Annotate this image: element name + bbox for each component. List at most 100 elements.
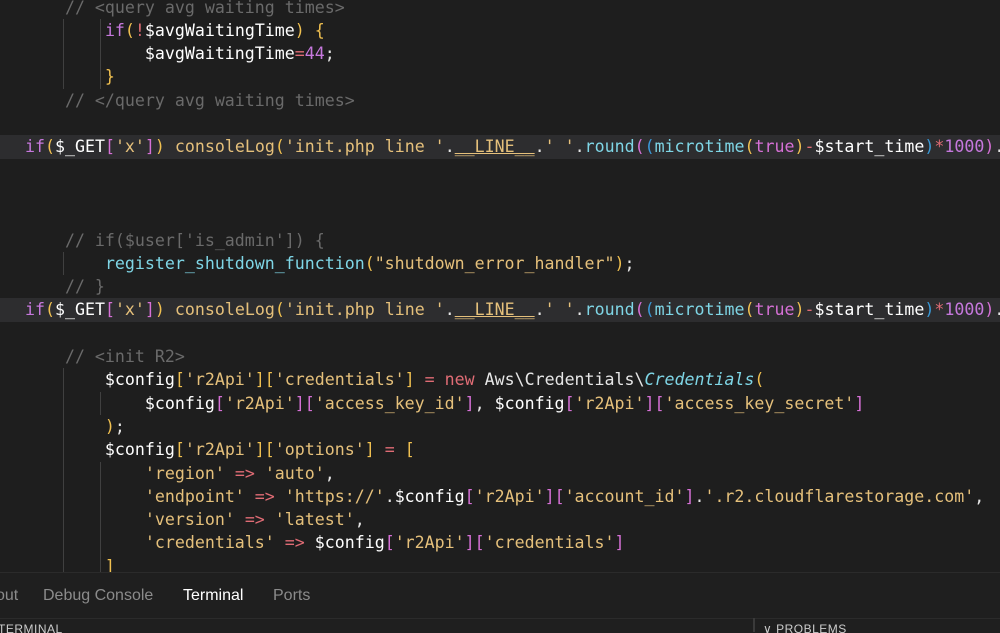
code-token: } [25,67,115,87]
code-token: if [25,137,45,157]
code-token: register_shutdown_function [104,253,365,273]
code-token: ] [254,370,265,390]
code-token: ( [644,137,655,157]
code-token: , [354,510,365,530]
code-token: 'endpoint' [144,486,245,506]
code-line[interactable] [0,112,1000,135]
code-token: 'access_key_secret' [664,393,855,413]
code-token: ) [154,137,165,157]
code-token: ( [754,370,765,390]
code-token: [ [174,440,185,460]
code-line[interactable]: // } [0,275,1000,298]
code-token: [ [474,533,485,553]
code-token: 'r2Api' [394,533,465,553]
code-token: 'options' [274,440,365,460]
code-token: ) [924,300,935,320]
code-line[interactable]: $config['r2Api']['access_key_id'], $conf… [0,392,1000,415]
code-line[interactable]: if(!$avgWaitingTime) { [0,19,1000,42]
code-token: 'region' [144,463,225,483]
code-line[interactable]: // <query avg waiting times> [0,0,1000,19]
code-token: 'https://' [284,486,385,506]
code-token: $config [394,486,465,506]
code-line[interactable]: // if($user['is_admin']) { [0,229,1000,252]
problems-header-label[interactable]: ∨ PROBLEMS [763,622,847,633]
code-token: round [584,137,635,157]
code-editor[interactable]: // <query avg waiting times> if(!$avgWai… [0,0,1000,572]
code-token: ) [924,137,935,157]
code-token: ( [44,137,55,157]
code-line[interactable]: // </query avg waiting times> [0,89,1000,112]
code-token: 1000 [944,137,985,157]
code-token: 'init.php line ' [284,300,445,320]
code-token: ; [324,44,335,64]
code-line[interactable]: register_shutdown_function("shutdown_err… [0,252,1000,275]
code-line[interactable]: $avgWaitingTime=44; [0,42,1000,65]
tab-debug-console[interactable]: Debug Console [43,587,153,605]
code-line[interactable]: $config['r2Api']['credentials'] = new Aw… [0,368,1000,391]
code-token: __LINE__ [454,300,535,320]
code-token: true [754,300,795,320]
code-token: // <init R2> [25,347,185,366]
code-token: 'x' [114,137,145,157]
code-token: ] [144,137,155,157]
code-line[interactable]: ] [0,555,1000,572]
code-token: 'x' [114,300,145,320]
code-token: ] [614,533,625,553]
code-line[interactable]: $config['r2Api']['options'] = [ [0,438,1000,461]
code-token: 'r2Api' [184,370,255,390]
code-line[interactable]: 'region' => 'auto', [0,462,1000,485]
code-line[interactable]: 'version' => 'latest', [0,508,1000,531]
tab-terminal[interactable]: Terminal [183,587,243,605]
code-token: 'r2Api' [574,393,645,413]
code-token: - [804,300,815,320]
code-token: ( [364,253,375,273]
code-token: $start_time [814,137,925,157]
code-line-highlighted[interactable]: if($_GET['x']) consoleLog('init.php line… [0,135,1000,159]
code-token: . [444,300,455,320]
code-line[interactable] [0,322,1000,345]
code-line-highlighted[interactable]: if($_GET['x']) consoleLog('init.php line… [0,298,1000,322]
code-token: if [25,300,45,320]
panel-tab-bar: out Debug Console Terminal Ports [0,572,1000,619]
code-line[interactable]: 'credentials' => $config['r2Api']['crede… [0,531,1000,554]
code-token: [ [384,533,395,553]
code-token: ( [274,137,285,157]
code-line[interactable]: } [0,65,1000,88]
code-token: $config [494,393,565,413]
code-line[interactable] [0,182,1000,205]
code-token: ] [364,440,375,460]
tab-ports[interactable]: Ports [273,587,310,605]
code-token: . [534,137,545,157]
code-token: $_GET [54,137,105,157]
code-token: 44 [304,44,325,64]
code-token: ] [544,486,555,506]
code-line[interactable] [0,159,1000,182]
code-token: [ [554,486,565,506]
code-token: [ [104,137,115,157]
code-line[interactable]: ); [0,415,1000,438]
code-token: => [254,486,275,506]
code-token: ; [114,416,125,436]
code-token: if [104,20,125,40]
code-line[interactable]: 'endpoint' => 'https://'.$config['r2Api'… [0,485,1000,508]
code-token: $config [25,440,175,460]
code-line[interactable]: // <init R2> [0,345,1000,368]
code-token: $_GET [54,300,105,320]
code-token: "shutdown_error_handler" [374,253,615,273]
panel-divider[interactable] [753,618,755,632]
code-line[interactable] [0,205,1000,228]
code-token: [ [214,393,225,413]
code-token: ; [624,253,635,273]
tab-output[interactable]: out [0,587,18,605]
code-token: ) [984,137,995,157]
